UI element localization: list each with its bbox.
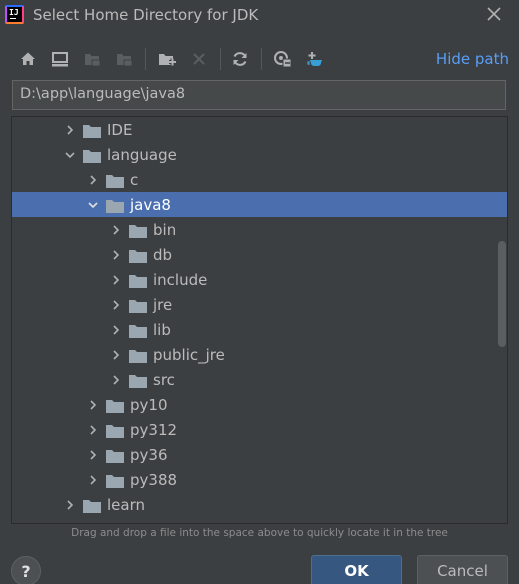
- tree-row[interactable]: include: [12, 267, 507, 292]
- folder-icon: [129, 348, 147, 363]
- chevron-right-icon[interactable]: [85, 422, 101, 438]
- tree-row-label: bin: [153, 220, 177, 239]
- tree-row[interactable]: py36: [12, 442, 507, 467]
- ok-button[interactable]: OK: [311, 555, 402, 584]
- tree-row-label: lib: [153, 320, 171, 339]
- folder-icon: [106, 423, 124, 438]
- tree-row[interactable]: py10: [12, 392, 507, 417]
- close-icon[interactable]: [485, 5, 503, 23]
- tree-row[interactable]: jre: [12, 292, 507, 317]
- refresh-icon[interactable]: [230, 49, 250, 69]
- folder-icon: [129, 248, 147, 263]
- tree-row[interactable]: src: [12, 367, 507, 392]
- chevron-right-icon[interactable]: [108, 322, 124, 338]
- chevron-right-icon[interactable]: [108, 347, 124, 363]
- folder-icon: [83, 123, 101, 138]
- chevron-right-icon[interactable]: [108, 222, 124, 238]
- help-button[interactable]: ?: [11, 556, 41, 584]
- chevron-right-icon[interactable]: [108, 297, 124, 313]
- tree-row[interactable]: public_jre: [12, 342, 507, 367]
- chevron-down-icon[interactable]: [85, 197, 101, 213]
- tree-row-label: java8: [130, 195, 171, 214]
- tree-row[interactable]: c: [12, 167, 507, 192]
- tree-row-label: c: [130, 170, 139, 189]
- tree-row[interactable]: db: [12, 242, 507, 267]
- tree-row[interactable]: IDE: [12, 117, 507, 142]
- module-icon[interactable]: [114, 49, 134, 69]
- tree-row-label: db: [153, 245, 173, 264]
- chevron-right-icon[interactable]: [85, 172, 101, 188]
- tree-scrollbar[interactable]: [498, 241, 506, 347]
- folder-icon: [106, 448, 124, 463]
- chevron-right-icon[interactable]: [108, 372, 124, 388]
- chevron-right-icon[interactable]: [85, 447, 101, 463]
- folder-icon: [106, 398, 124, 413]
- tree-row-label: py36: [130, 445, 168, 464]
- tree-row-label: py10: [130, 395, 168, 414]
- toolbar-separator: [145, 48, 146, 70]
- tree-row-label: jre: [153, 295, 173, 314]
- chevron-right-icon[interactable]: [108, 272, 124, 288]
- toolbar-separator: [261, 48, 262, 70]
- tree-row[interactable]: py312: [12, 417, 507, 442]
- chevron-right-icon[interactable]: [62, 497, 78, 513]
- folder-icon: [83, 148, 101, 163]
- folder-icon: [129, 273, 147, 288]
- tree-row-label: language: [107, 145, 177, 164]
- toolbar-separator: [220, 48, 221, 70]
- folder-icon: [129, 323, 147, 338]
- window-title: Select Home Directory for JDK: [33, 6, 259, 24]
- path-input[interactable]: D:\app\language\java8: [12, 80, 506, 110]
- tree-row[interactable]: lib: [12, 317, 507, 342]
- delete-icon[interactable]: [189, 49, 209, 69]
- hide-path-link[interactable]: Hide path: [436, 50, 509, 68]
- folder-icon: [129, 223, 147, 238]
- folder-icon: [129, 373, 147, 388]
- directory-tree[interactable]: IDE language c java8 bin db include jre: [11, 116, 508, 524]
- tree-row[interactable]: bin: [12, 217, 507, 242]
- project-icon[interactable]: [82, 49, 102, 69]
- home-icon[interactable]: [18, 49, 38, 69]
- tree-row[interactable]: language: [12, 142, 507, 167]
- drag-drop-hint: Drag and drop a file into the space abov…: [71, 527, 448, 539]
- chevron-right-icon[interactable]: [62, 122, 78, 138]
- folder-icon: [106, 473, 124, 488]
- tree-row-label: py388: [130, 470, 178, 489]
- cancel-button[interactable]: Cancel: [417, 555, 508, 584]
- chevron-right-icon[interactable]: [85, 472, 101, 488]
- intellij-logo-icon: IJ: [5, 5, 24, 24]
- tree-row-label: src: [153, 370, 175, 389]
- title-bar: IJ Select Home Directory for JDK: [0, 0, 519, 32]
- tree-row[interactable]: learn: [12, 492, 507, 517]
- tree-row-label: IDE: [107, 120, 133, 139]
- folder-icon: [83, 498, 101, 513]
- download-jdk-icon[interactable]: [305, 49, 325, 69]
- show-hidden-icon[interactable]: [273, 49, 293, 69]
- folder-icon: [106, 198, 124, 213]
- new-folder-icon[interactable]: [157, 49, 177, 69]
- chevron-right-icon[interactable]: [108, 247, 124, 263]
- tree-row-label: public_jre: [153, 345, 225, 364]
- tree-row-label: include: [153, 270, 208, 289]
- tree-row[interactable]: py388: [12, 467, 507, 492]
- tree-row-selected[interactable]: java8: [12, 192, 507, 217]
- chevron-down-icon[interactable]: [62, 147, 78, 163]
- folder-icon: [106, 173, 124, 188]
- tree-row-label: py312: [130, 420, 178, 439]
- tree-row-label: learn: [107, 495, 145, 514]
- desktop-icon[interactable]: [50, 49, 70, 69]
- folder-icon: [129, 298, 147, 313]
- chevron-right-icon[interactable]: [85, 397, 101, 413]
